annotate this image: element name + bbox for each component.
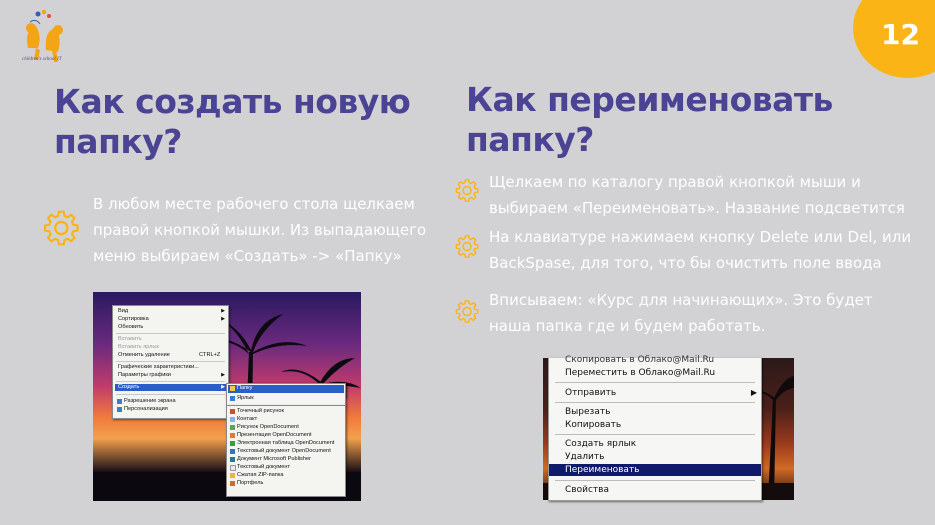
menu-item-zip[interactable]: Сжатая ZIP-папка bbox=[237, 472, 284, 479]
submenu-arrow-icon: ▶ bbox=[221, 372, 225, 378]
odt-icon bbox=[230, 449, 235, 454]
left-title-line1: Как создать новую bbox=[54, 82, 411, 121]
menu-item-bitmap[interactable]: Точечный рисунок bbox=[237, 408, 284, 415]
submenu-arrow-icon: ▶ bbox=[221, 308, 225, 314]
desktop-context-menu: Вид ▶ Сортировка ▶ Обновить Вставить Вст… bbox=[112, 305, 229, 419]
menu-item-send-to[interactable]: Отправить bbox=[565, 387, 616, 399]
step-3-text: Вписываем: «Курс для начинающих». Это бу… bbox=[489, 287, 873, 339]
menu-item-copy[interactable]: Копировать bbox=[565, 419, 621, 431]
bitmap-icon bbox=[230, 409, 235, 414]
right-title: Как переименовать папку? bbox=[466, 80, 833, 160]
gear-icon bbox=[455, 235, 479, 258]
submenu-arrow-icon: ▶ bbox=[221, 384, 225, 390]
text-doc-icon bbox=[230, 465, 236, 471]
menu-item-odt[interactable]: Текстовый документ OpenDocument bbox=[237, 448, 331, 455]
menu-item-screen-resolution[interactable]: Разрешение экрана bbox=[124, 398, 176, 405]
menu-item-new[interactable]: Создать bbox=[115, 384, 226, 391]
right-title-line1: Как переименовать bbox=[466, 80, 833, 119]
menu-item-move-to-cloud[interactable]: Переместить в Облако@Mail.Ru bbox=[565, 367, 715, 379]
left-title: Как создать новую папку? bbox=[54, 82, 411, 162]
menu-separator bbox=[116, 333, 225, 334]
menu-item-folder[interactable]: Папку bbox=[237, 385, 252, 392]
menu-item-shortcut[interactable]: Ярлык bbox=[237, 395, 254, 402]
zip-folder-icon bbox=[230, 473, 235, 478]
menu-item-contact[interactable]: Контакт bbox=[237, 416, 257, 423]
menu-item-copy-to-cloud[interactable]: Скопировать в Облако@Mail.Ru bbox=[565, 354, 714, 366]
menu-item-text-doc[interactable]: Текстовый документ bbox=[237, 464, 290, 471]
folder-context-menu: Скопировать в Облако@Mail.Ru Переместить… bbox=[548, 355, 762, 501]
menu-separator bbox=[116, 361, 225, 362]
odp-icon bbox=[230, 433, 235, 438]
menu-item-publisher[interactable]: Документ Microsoft Publisher bbox=[237, 456, 311, 463]
menu-item-create-shortcut[interactable]: Создать ярлык bbox=[565, 438, 636, 450]
gear-icon bbox=[43, 210, 79, 246]
menu-item-ods[interactable]: Электронная таблица OpenDocument bbox=[237, 440, 334, 447]
shortcut-icon bbox=[230, 396, 235, 401]
menu-separator bbox=[555, 434, 755, 435]
menu-separator bbox=[116, 381, 225, 382]
left-text-line: В любом месте рабочего стола щелкаем bbox=[93, 195, 415, 213]
step-line: Щелкаем по каталогу правой кнопкой мыши … bbox=[489, 173, 861, 191]
menu-item-odp[interactable]: Презентация OpenDocument bbox=[237, 432, 312, 439]
menu-separator bbox=[555, 402, 755, 403]
menu-item-properties[interactable]: Свойства bbox=[565, 484, 609, 496]
menu-item-personalize[interactable]: Персонализация bbox=[124, 406, 168, 413]
submenu-arrow-icon: ▶ bbox=[750, 388, 757, 397]
menu-separator bbox=[555, 480, 755, 481]
left-title-line2: папку? bbox=[54, 122, 182, 161]
step-line: Вписываем: «Курс для начинающих». Это бу… bbox=[489, 291, 873, 309]
left-text-line: меню выбираем «Создать» -> «Папку» bbox=[93, 247, 402, 265]
step-line: BackSpase, для того, что бы очистить пол… bbox=[489, 254, 882, 272]
page-number: 12 bbox=[881, 18, 920, 51]
step-1-text: Щелкаем по каталогу правой кнопкой мыши … bbox=[489, 169, 905, 221]
menu-item-view[interactable]: Вид bbox=[118, 308, 128, 315]
menu-item-odg[interactable]: Рисунок OpenDocument bbox=[237, 424, 299, 431]
left-text: В любом месте рабочего стола щелкаем пра… bbox=[93, 191, 426, 269]
ods-icon bbox=[230, 441, 235, 446]
right-title-line2: папку? bbox=[466, 120, 594, 159]
menu-item-refresh[interactable]: Обновить bbox=[118, 324, 143, 331]
publisher-icon bbox=[230, 457, 235, 462]
menu-item-rename[interactable]: Переименовать bbox=[549, 464, 761, 476]
new-submenu-files: Точечный рисунок Контакт Рисунок OpenDoc… bbox=[226, 405, 346, 497]
step-line: наша папка где и будем работать. bbox=[489, 317, 766, 335]
menu-item-cut[interactable]: Вырезать bbox=[565, 406, 610, 418]
submenu-arrow-icon: ▶ bbox=[221, 316, 225, 322]
briefcase-icon bbox=[230, 481, 235, 486]
step-line: выбираем «Переименовать». Название подсв… bbox=[489, 199, 905, 217]
menu-item-graphics-properties[interactable]: Графические характеристики... bbox=[118, 364, 199, 371]
menu-item-paste: Вставить bbox=[118, 336, 142, 342]
menu-item-paste-shortcut: Вставить ярлык bbox=[118, 344, 159, 350]
menu-item-graphics-options[interactable]: Параметры графики bbox=[118, 372, 171, 379]
contact-icon bbox=[230, 417, 235, 422]
menu-item-undo-delete[interactable]: Отменить удаление bbox=[118, 352, 170, 359]
odg-icon bbox=[230, 425, 235, 430]
folder-icon bbox=[230, 386, 235, 391]
menu-item-briefcase[interactable]: Портфель bbox=[237, 480, 263, 487]
menu-item-sort[interactable]: Сортировка bbox=[118, 316, 149, 323]
menu-item-delete[interactable]: Удалить bbox=[565, 451, 604, 463]
logo-caption: children's school IT bbox=[22, 57, 62, 62]
personalize-icon bbox=[117, 407, 122, 412]
step-line: На клавиатуре нажимаем кнопку Delete или… bbox=[489, 228, 912, 246]
gear-icon bbox=[455, 179, 479, 202]
menu-separator bbox=[116, 394, 225, 395]
gear-icon bbox=[455, 300, 479, 323]
new-submenu-folder: Папку Ярлык bbox=[226, 383, 346, 406]
left-text-line: правой кнопкой мышки. Из выпадающего bbox=[93, 221, 427, 239]
display-icon bbox=[117, 399, 122, 404]
shortcut-label: CTRL+Z bbox=[199, 352, 221, 358]
step-2-text: На клавиатуре нажимаем кнопку Delete или… bbox=[489, 224, 911, 276]
menu-separator bbox=[555, 382, 755, 383]
